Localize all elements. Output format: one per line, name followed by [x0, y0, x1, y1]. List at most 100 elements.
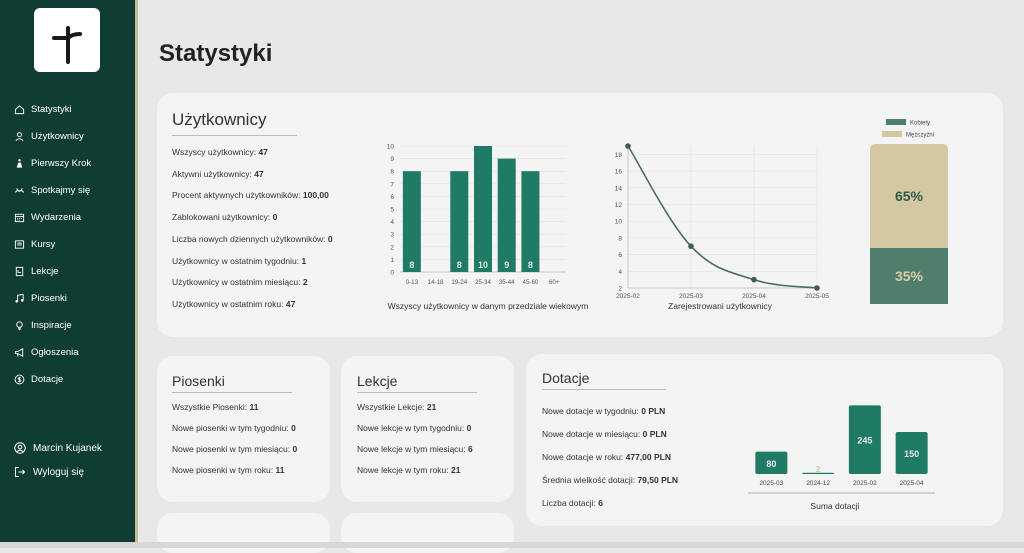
x-tick-label: 2025-03	[759, 480, 783, 487]
sidebar-item-label: Użytkownicy	[31, 131, 84, 142]
users-stat: Użytkownicy w ostatnim miesiącu: 2	[172, 277, 308, 287]
stat-label: Nowe lekcje w tym miesiącu:	[357, 444, 469, 454]
sidebar-item-kursy[interactable]: Kursy	[14, 231, 132, 258]
data-label: 8	[457, 260, 462, 270]
stat-value: 0	[272, 212, 278, 223]
home-icon	[14, 105, 25, 115]
page-title: Statystyki	[159, 40, 273, 67]
lessons-stat: Wszystkie Lekcje: 21	[357, 402, 436, 412]
stat-label: Liczba nowych dziennych użytkowników:	[172, 233, 328, 244]
stat-value: 0	[291, 423, 296, 433]
sidebar-item-label: Statystyki	[31, 104, 72, 115]
x-tick-label: 2025-02	[853, 480, 877, 487]
stat-label: Użytkownicy w ostatnim miesiącu:	[172, 277, 303, 288]
donations-title-rule	[542, 389, 666, 390]
stat-value: 21	[451, 465, 461, 475]
donations-stat: Nowe dotacje w tygodniu: 0 PLN	[542, 406, 665, 416]
x-tick-label: 35-44	[499, 279, 515, 286]
users-title-rule	[172, 135, 297, 136]
stat-label: Wszystkie Piosenki:	[172, 402, 250, 412]
x-tick-label: 0-13	[406, 279, 419, 286]
sidebar-item-uzytkownicy[interactable]: Użytkownicy	[14, 123, 132, 150]
stat-label: Procent aktywnych użytkowników:	[172, 190, 303, 201]
y-tick-label: 0	[390, 270, 394, 277]
sidebar-item-lekcje[interactable]: Lekcje	[14, 258, 132, 285]
registered-line-chart: 2 4 6 8 10 12 14 16 18 2025-02 2025-03 2025-04 2025-…	[615, 143, 829, 300]
stat-value: 477,00 PLN	[625, 452, 671, 462]
stat-label: Nowe dotacje w miesiącu:	[542, 429, 643, 439]
x-tick-label: 60+	[549, 279, 560, 286]
sidebar-item-spotkajmy-sie[interactable]: Spotkajmy się	[14, 177, 132, 204]
sidebar-item-wydarzenia[interactable]: Wydarzenia	[14, 204, 132, 231]
stat-label: Nowe piosenki w tym roku:	[172, 465, 276, 475]
music-icon	[15, 293, 24, 303]
logout-label: Wyloguj się	[33, 466, 85, 478]
stat-value: 6	[598, 498, 603, 508]
logout-button[interactable]: Wyloguj się	[14, 460, 102, 484]
stat-value: 1	[301, 255, 307, 266]
sidebar-item-ogloszenia[interactable]: Ogłoszenia	[14, 339, 132, 366]
users-stat: Aktywni użytkownicy: 47	[172, 169, 264, 179]
stat-value: 0	[466, 423, 472, 433]
songs-stat: Nowe piosenki w tym miesiącu: 0	[172, 444, 297, 454]
y-tick-label: 2	[390, 244, 394, 251]
stat-label: Wszystkie Lekcje:	[357, 402, 427, 412]
lesson-icon	[15, 266, 24, 277]
data-label: 65%	[895, 188, 924, 204]
y-tick-label: 10	[387, 144, 395, 151]
donations-stat: Średnia wielkość dotacji: 79,50 PLN	[542, 475, 678, 485]
y-tick-label: 12	[615, 202, 623, 209]
donations-stat: Nowe dotacje w roku: 477,00 PLN	[542, 452, 671, 462]
legend-label: Mężczyźni	[906, 133, 934, 139]
sidebar-item-pierwszy-krok[interactable]: Pierwszy Krok	[14, 150, 132, 177]
y-tick-label: 4	[390, 219, 394, 226]
stat-value: 47	[254, 168, 264, 179]
bottom-strip	[0, 542, 1024, 548]
donations-card-title: Dotacje	[542, 370, 590, 386]
lessons-stat: Nowe lekcje w tym tygodniu: 0	[357, 423, 471, 433]
sidebar-item-inspiracje[interactable]: Inspiracje	[14, 312, 132, 339]
sidebar-item-piosenki[interactable]: Piosenki	[14, 285, 132, 312]
sidebar-item-statystyki[interactable]: Statystyki	[14, 96, 132, 123]
y-tick-label: 5	[390, 207, 394, 214]
sidebar-item-label: Spotkajmy się	[31, 185, 91, 196]
users-stat: Procent aktywnych użytkowników: 100,00	[172, 190, 329, 200]
lessons-title-rule	[357, 392, 477, 393]
x-tick-label: 2025-04	[900, 480, 924, 487]
x-tick-label: 45-60	[523, 279, 539, 286]
sidebar-item-label: Inspiracje	[31, 320, 72, 331]
legend-swatch	[882, 131, 902, 137]
calendar-icon	[14, 213, 25, 223]
sidebar-item-dotacje[interactable]: Dotacje	[14, 366, 132, 393]
users-card-title: Użytkownicy	[172, 110, 267, 129]
user-profile-link[interactable]: Marcin Kujanek	[14, 436, 102, 460]
x-tick-label: 2025-02	[616, 293, 640, 300]
y-tick-label: 7	[390, 181, 394, 188]
data-point	[625, 143, 631, 149]
stat-label: Nowe dotacje w tygodniu:	[542, 406, 642, 416]
y-tick-label: 8	[618, 235, 622, 242]
data-label: 9	[504, 260, 509, 270]
data-label: 35%	[895, 268, 924, 284]
bar	[497, 158, 516, 272]
donations-stat: Nowe dotacje w miesiącu: 0 PLN	[542, 429, 667, 439]
sidebar-item-label: Wydarzenia	[31, 212, 82, 223]
users-stat: Użytkownicy w ostatnim tygodniu: 1	[172, 256, 306, 266]
sidebar-item-label: Piosenki	[31, 293, 67, 304]
stat-value: 0 PLN	[642, 429, 667, 439]
sidebar: Statystyki Użytkownicy Pierwszy Krok Spotka…	[0, 0, 135, 542]
data-label: 8	[409, 260, 414, 270]
y-tick-label: 2	[618, 286, 622, 293]
stat-value: 79,50 PLN	[637, 475, 679, 485]
stat-value: 0	[292, 444, 298, 454]
stat-value: 11	[249, 402, 259, 412]
stat-label: Wszyscy użytkownicy:	[172, 147, 259, 157]
y-tick-label: 1	[390, 257, 394, 264]
x-tick-label: 2025-04	[742, 293, 766, 300]
logout-icon	[15, 467, 26, 477]
sidebar-nav: Statystyki Użytkownicy Pierwszy Krok Spotka…	[14, 96, 132, 393]
stat-label: Liczba dotacji:	[542, 498, 599, 508]
logo[interactable]	[34, 8, 100, 72]
legend-swatch	[886, 119, 906, 125]
age-chart-caption: Wszyscy użytkownicy w danym przedziale w…	[387, 301, 589, 311]
